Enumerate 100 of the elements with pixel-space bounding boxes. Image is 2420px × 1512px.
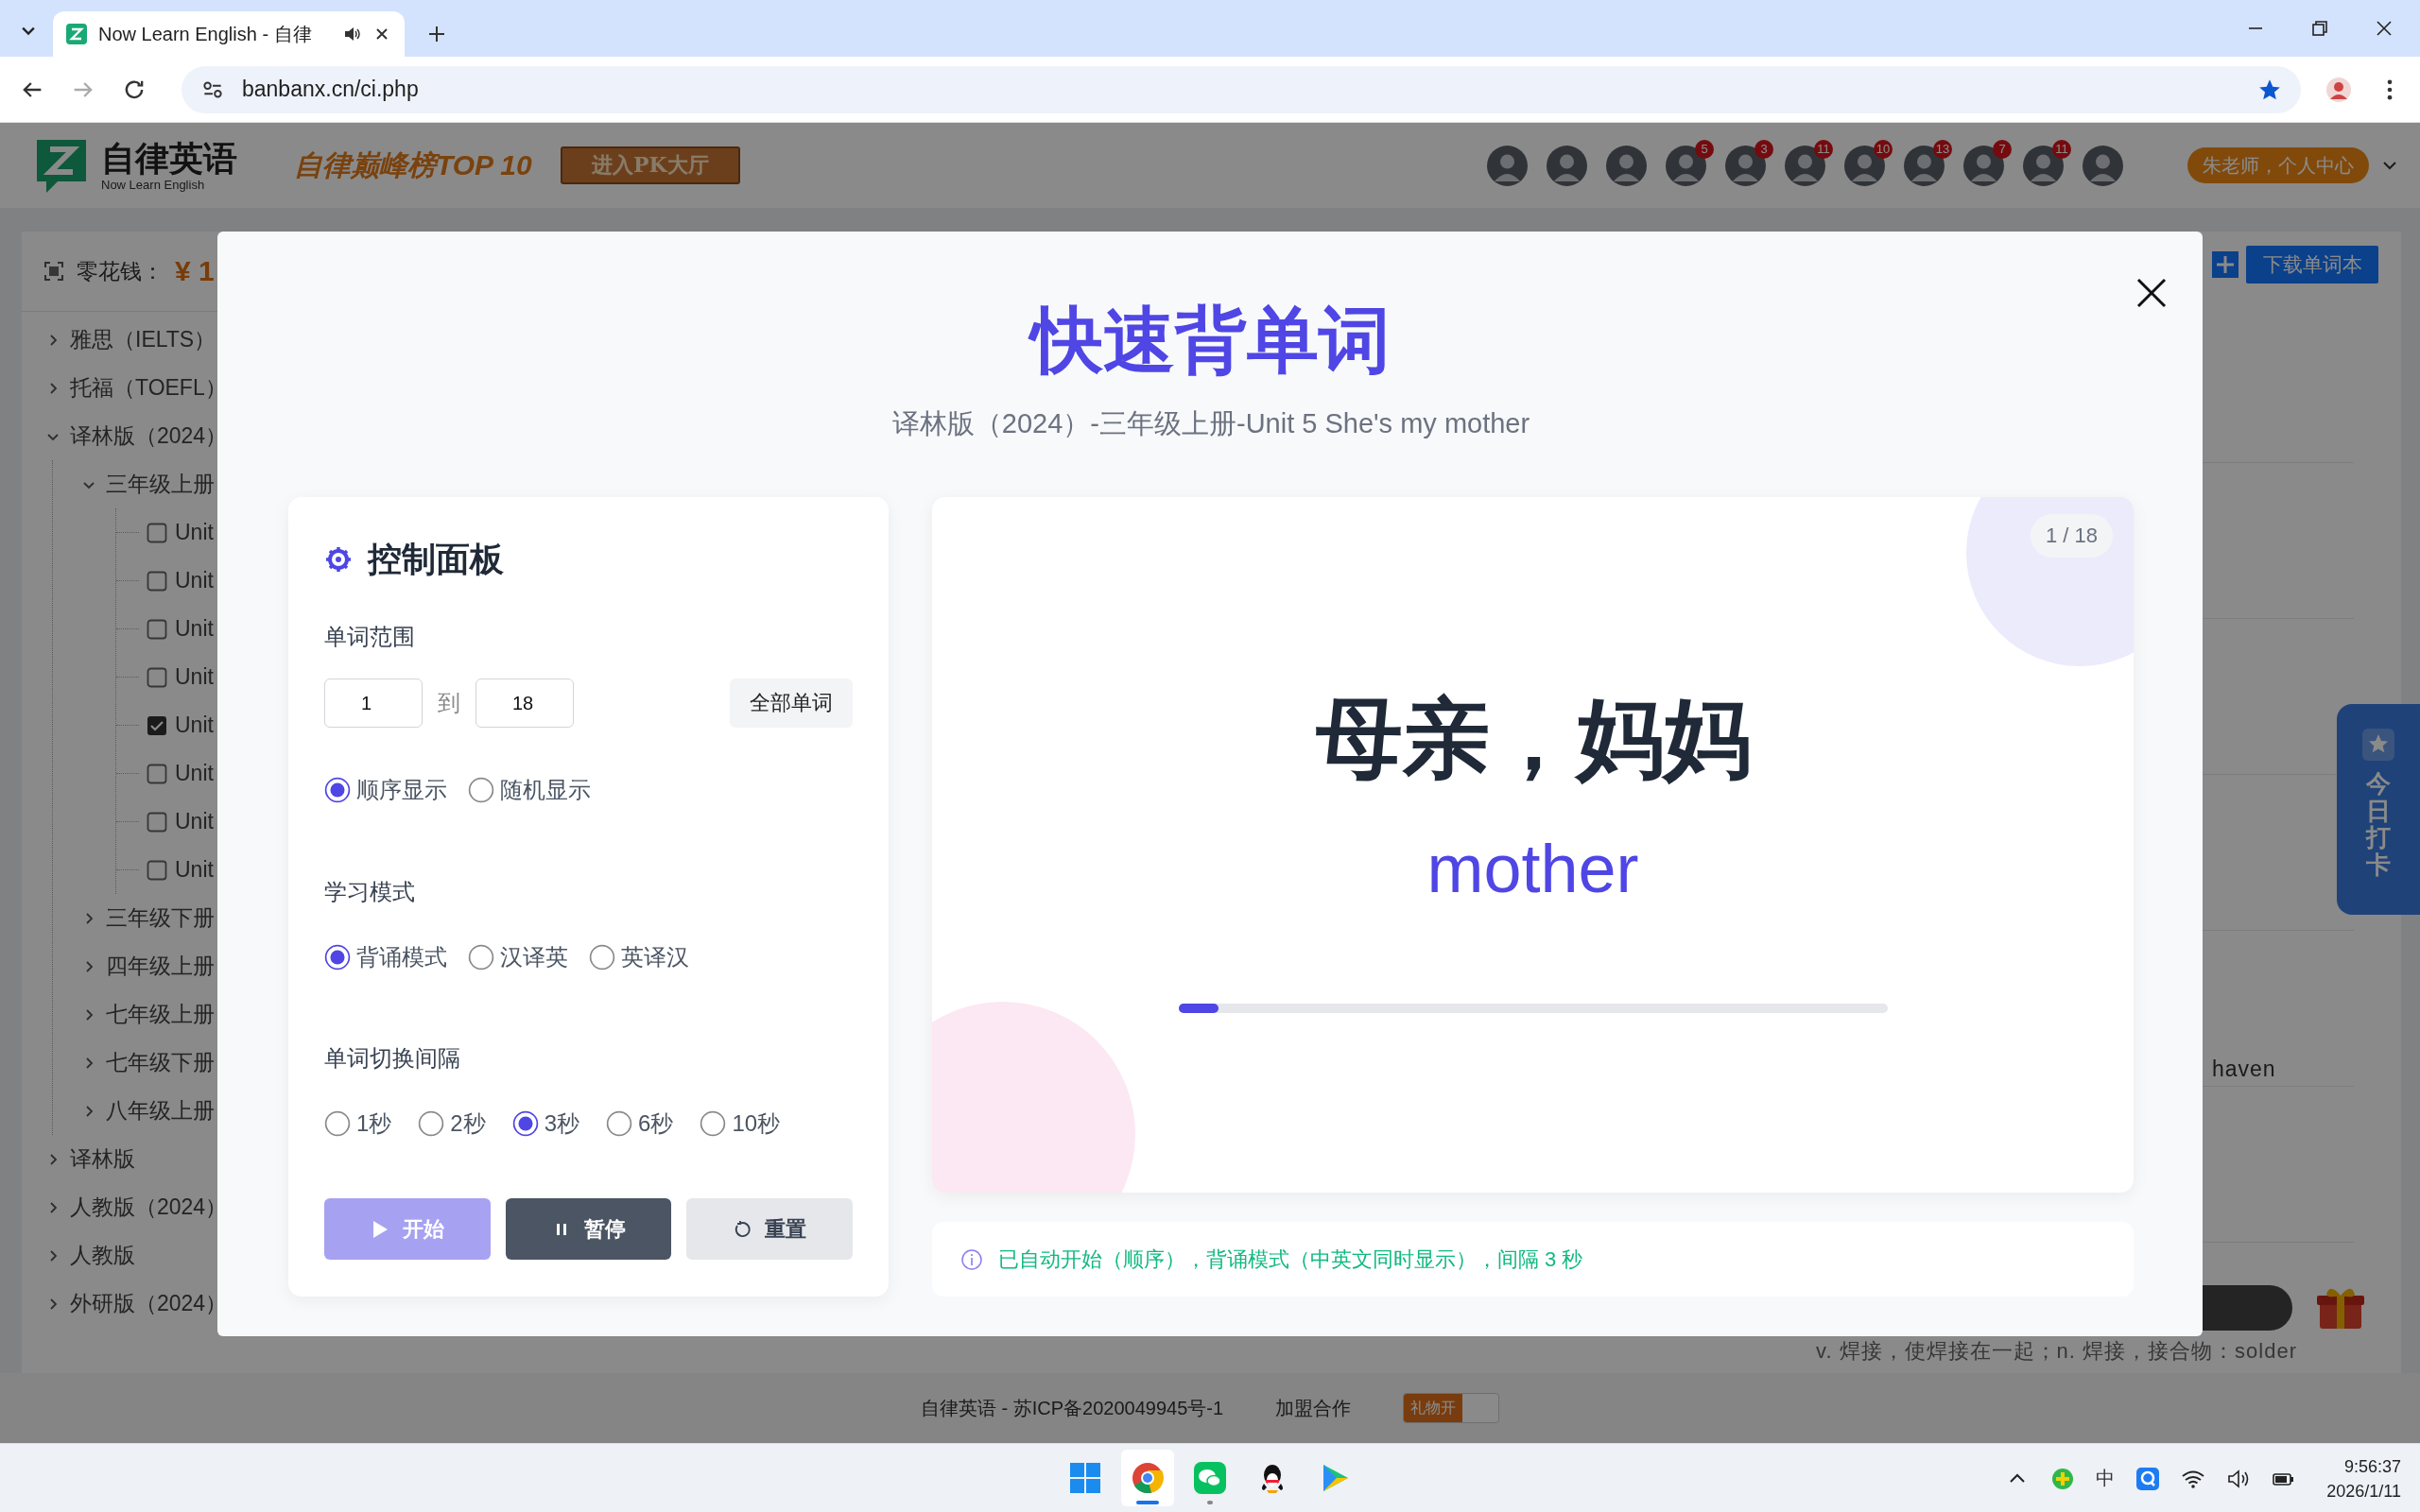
- avatar[interactable]: [1666, 145, 1706, 186]
- download-button[interactable]: 下载单词本: [2246, 246, 2378, 284]
- avatar[interactable]: [1547, 145, 1587, 186]
- count-badge: 5: [1695, 139, 1714, 159]
- section-label: 单词范围: [324, 623, 416, 651]
- count-badge: 11: [1814, 139, 1833, 159]
- checkbox[interactable]: [147, 666, 167, 688]
- english-word: mother: [1426, 830, 1639, 908]
- avatar[interactable]: [2083, 145, 2123, 186]
- tree-item[interactable]: 七年级上册: [106, 1000, 215, 1029]
- tree-item[interactable]: Unit: [175, 761, 214, 786]
- avatar[interactable]: [1725, 145, 1766, 186]
- reset-button[interactable]: 重置: [686, 1198, 853, 1260]
- copyright-text: 自律英语 - 苏ICP备2020049945号-1: [920, 1396, 1224, 1420]
- ranking-link[interactable]: 自律巅峰榜TOP 10: [294, 146, 532, 185]
- partner-link[interactable]: 加盟合作: [1275, 1395, 1352, 1421]
- add-icon[interactable]: [2212, 251, 2238, 278]
- radio-button[interactable]: [324, 1110, 351, 1137]
- reset-icon: [733, 1219, 752, 1239]
- radio-button[interactable]: [589, 944, 615, 971]
- avatar[interactable]: [1487, 145, 1528, 186]
- tray-app-icon[interactable]: [2135, 1466, 2161, 1491]
- clock-time[interactable]: 9:56:37: [2343, 1453, 2401, 1479]
- radio-button[interactable]: [468, 777, 494, 803]
- tree-item[interactable]: Unit: [175, 520, 214, 545]
- avatar[interactable]: [1606, 145, 1647, 186]
- tree-item[interactable]: Unit: [175, 713, 214, 738]
- radio-label[interactable]: 英译汉: [621, 942, 689, 972]
- browser-tab[interactable]: Now Learn English - 自律: [53, 11, 405, 57]
- pill-bar[interactable]: [2203, 1285, 2292, 1331]
- allowance-label: 零花钱：: [77, 257, 164, 285]
- logo-title: 自律英语: [101, 139, 237, 178]
- range-start-field[interactable]: 1: [324, 679, 423, 728]
- radio-button[interactable]: [418, 1110, 445, 1137]
- tree-item[interactable]: 人教版: [70, 1241, 135, 1270]
- tree-item[interactable]: 译林版: [70, 1144, 135, 1174]
- radio-button[interactable]: [606, 1110, 633, 1137]
- section-label: 学习模式: [324, 878, 416, 906]
- logo-subtitle: Now Learn English: [101, 177, 206, 192]
- input-method-indicator[interactable]: 中: [2096, 1466, 2116, 1491]
- checkbox[interactable]: [147, 618, 167, 640]
- radio-label[interactable]: 1秒: [356, 1108, 392, 1139]
- gear-icon: [324, 545, 353, 574]
- checkbox[interactable]: [147, 763, 167, 784]
- checkin-tab[interactable]: 今日打卡: [2337, 704, 2420, 915]
- radio-label[interactable]: 随机显示: [500, 775, 591, 805]
- range-end-field[interactable]: 18: [475, 679, 574, 728]
- radio-button[interactable]: [511, 1110, 539, 1137]
- browser-icon[interactable]: [1121, 1450, 1174, 1506]
- checkbox[interactable]: [147, 811, 167, 833]
- checkbox[interactable]: [147, 570, 167, 592]
- count-badge: 7: [1993, 139, 2012, 159]
- modal-title: 快速背单词: [288, 293, 2134, 387]
- speaker-icon[interactable]: [342, 25, 361, 43]
- fullscreen-icon[interactable]: [43, 260, 65, 283]
- checkbox[interactable]: [147, 859, 167, 881]
- tree-item[interactable]: 雅思（IELTS）: [70, 325, 216, 354]
- tree-item[interactable]: 三年级上册: [106, 470, 215, 499]
- clock-date[interactable]: 2026/1/11: [2326, 1478, 2401, 1503]
- count-badge: 3: [1754, 139, 1773, 159]
- tree-item[interactable]: Unit: [175, 616, 214, 642]
- range-separator: 到: [438, 689, 460, 717]
- radio-label[interactable]: 2秒: [450, 1108, 486, 1139]
- radio-label[interactable]: 6秒: [638, 1108, 674, 1139]
- tree-item[interactable]: Unit: [175, 664, 214, 690]
- radio-button[interactable]: [700, 1110, 727, 1137]
- section-label: 单词切换间隔: [324, 1044, 461, 1073]
- panel-title: 控制面板: [368, 538, 504, 580]
- avatar[interactable]: [1963, 145, 2004, 186]
- radio-button[interactable]: [324, 777, 351, 803]
- tree-item[interactable]: 八年级上册: [106, 1096, 215, 1125]
- site-favicon: [66, 24, 87, 44]
- tree-item[interactable]: 三年级下册: [106, 903, 215, 933]
- all-words-button[interactable]: 全部单词: [730, 679, 853, 728]
- tray-app-icon[interactable]: [2050, 1466, 2076, 1491]
- tree-item[interactable]: 四年级上册: [106, 952, 215, 981]
- chinese-meaning: 母亲，妈妈: [1315, 689, 1751, 788]
- info-icon: [960, 1247, 983, 1271]
- checkbox[interactable]: [147, 522, 167, 543]
- definition-text: v. 焊接，使焊接在一起；n. 焊接，接合物：solder: [1816, 1339, 2297, 1363]
- tree-item[interactable]: Unit: [175, 857, 214, 883]
- profile-icon[interactable]: [2325, 76, 2352, 103]
- tree-item[interactable]: 七年级下册: [106, 1048, 215, 1077]
- gift-toggle[interactable]: 礼物开: [1403, 1393, 1500, 1423]
- radio-label[interactable]: 背诵模式: [356, 942, 447, 972]
- modal-subtitle: 译林版（2024）-三年级上册-Unit 5 She's my mother: [890, 407, 1531, 440]
- tree-item[interactable]: Unit: [175, 568, 214, 593]
- radio-label[interactable]: 10秒: [732, 1108, 781, 1139]
- radio-button[interactable]: [324, 944, 351, 971]
- allowance-value: ¥ 1: [175, 255, 215, 287]
- radio-label[interactable]: 3秒: [544, 1108, 580, 1139]
- checkbox[interactable]: [147, 714, 167, 736]
- count-badge: 13: [1933, 139, 1952, 159]
- address-field[interactable]: banbanx.cn/ci.php: [182, 65, 2301, 113]
- radio-label[interactable]: 汉译英: [500, 942, 568, 972]
- radio-label[interactable]: 顺序显示: [356, 775, 447, 805]
- radio-button[interactable]: [468, 944, 494, 971]
- pause-button[interactable]: 暂停: [505, 1198, 672, 1260]
- count-badge: 10: [1874, 139, 1893, 159]
- tree-item[interactable]: Unit: [175, 809, 214, 834]
